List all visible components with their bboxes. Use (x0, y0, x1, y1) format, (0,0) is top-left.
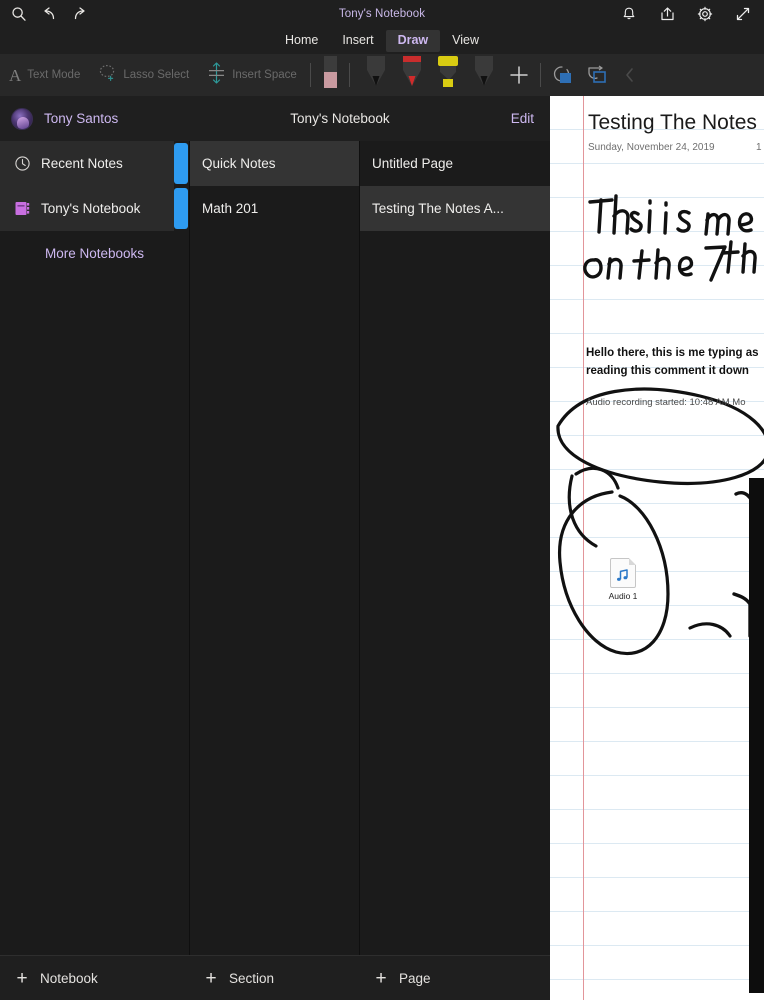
toolbar-divider-3 (539, 63, 541, 87)
share-icon[interactable] (654, 1, 680, 27)
title-bar: Tony's Notebook (0, 0, 764, 28)
tab-view[interactable]: View (440, 30, 491, 52)
page-item-label: Untitled Page (372, 156, 454, 171)
typed-text-block[interactable]: Hello there, this is me typing as readin… (586, 345, 764, 381)
tab-home[interactable]: Home (273, 30, 330, 52)
tab-draw[interactable]: Draw (385, 30, 441, 52)
add-section-label: Section (229, 971, 275, 986)
sidebar-item-tonys-notebook[interactable]: Tony's Notebook (0, 186, 174, 231)
search-icon[interactable] (6, 1, 32, 27)
notebook-icon (12, 199, 32, 219)
typed-line-1: Hello there, this is me typing as (586, 347, 759, 359)
lasso-select-icon (98, 63, 117, 87)
sidebar-item-more-notebooks[interactable]: More Notebooks (0, 231, 174, 276)
ink-to-shape-icon[interactable] (545, 54, 579, 96)
redo-icon[interactable] (66, 1, 92, 27)
margin-line (583, 96, 584, 1000)
selection-indicator-recent (174, 143, 188, 184)
sidebar-item-label: More Notebooks (45, 246, 145, 261)
plus-icon: + (205, 968, 217, 989)
typed-line-2: reading this comment it down (586, 364, 749, 377)
highlighter-yellow[interactable] (430, 54, 466, 96)
ribbon-tab-bar: Home Insert Draw View (0, 28, 764, 54)
section-list: Quick Notes Math 201 (190, 141, 360, 955)
add-page-label: Page (399, 971, 431, 986)
expand-icon[interactable] (730, 1, 756, 27)
sidebar-item-label: Recent Notes (41, 156, 123, 171)
insert-space-button[interactable]: Insert Space (198, 54, 306, 96)
navigation-panels: Tony Santos Tony's Notebook Edit Recent … (0, 96, 550, 1000)
pen-black[interactable] (358, 54, 394, 96)
toolbar-divider-1 (309, 63, 311, 87)
insert-space-label: Insert Space (232, 69, 297, 81)
clock-icon (12, 154, 32, 174)
insert-space-icon (207, 61, 226, 89)
lasso-select-label: Lasso Select (123, 69, 190, 81)
audio-file-icon (610, 558, 636, 588)
sidebar-item-recent-notes[interactable]: Recent Notes (0, 141, 174, 186)
audio-recording-status: Audio recording started: 10:48 AM Mo (586, 397, 746, 408)
notification-bell-icon[interactable] (616, 1, 642, 27)
page-item-testing-notes[interactable]: Testing The Notes A... (360, 186, 550, 231)
settings-gear-icon[interactable] (692, 1, 718, 27)
adjacent-page-edge (749, 478, 764, 993)
add-notebook-label: Notebook (40, 971, 98, 986)
audio-attachment[interactable]: Audio 1 (595, 558, 651, 601)
text-mode-icon: A (9, 65, 22, 85)
edit-button[interactable]: Edit (511, 111, 534, 126)
panel-header: Tony Santos Tony's Notebook Edit (0, 96, 550, 141)
plus-icon: + (16, 968, 28, 989)
pen-tool-group (354, 54, 502, 96)
add-page-button[interactable]: + Page (369, 956, 431, 1000)
text-mode-label: Text Mode (27, 69, 81, 81)
note-date: Sunday, November 24, 2019 (588, 142, 715, 153)
audio-attachment-label: Audio 1 (608, 591, 638, 601)
notebook-list: Recent Notes Tony's Notebook More Notebo… (0, 141, 188, 955)
user-name: Tony Santos (44, 111, 119, 126)
toolbar-divider-2 (348, 63, 350, 87)
page-list: Untitled Page Testing The Notes A... (360, 141, 550, 955)
section-item-label: Quick Notes (202, 156, 276, 171)
undo-icon[interactable] (36, 1, 62, 27)
page-item-label: Testing The Notes A... (372, 201, 504, 216)
avatar[interactable] (11, 107, 33, 130)
draw-ribbon-toolbar: A Text Mode Lasso Select Insert Space (0, 54, 764, 96)
sidebar-item-label: Tony's Notebook (41, 201, 141, 216)
ink-to-text-icon[interactable] (579, 54, 613, 96)
section-item-quick-notes[interactable]: Quick Notes (190, 141, 360, 186)
plus-icon: + (375, 968, 387, 989)
note-title[interactable]: Testing The Notes (588, 111, 757, 135)
pen-red[interactable] (394, 54, 430, 96)
bottom-action-bar: + Notebook + Section + Page (0, 955, 550, 1000)
tab-insert[interactable]: Insert (330, 30, 385, 52)
add-pen-button[interactable] (502, 54, 536, 96)
onenote-app-window: Tony's Notebook Home Insert Draw View A … (0, 0, 764, 1000)
selection-indicator-notebook (174, 188, 188, 229)
add-notebook-button[interactable]: + Notebook (10, 956, 98, 1000)
note-canvas[interactable]: Testing The Notes Sunday, November 24, 2… (550, 96, 764, 1000)
notebook-title: Tony's Notebook (290, 111, 390, 126)
section-item-math-201[interactable]: Math 201 (190, 186, 360, 231)
add-section-button[interactable]: + Section (199, 956, 274, 1000)
pen-black-2[interactable] (466, 54, 502, 96)
ribbon-overflow-icon[interactable] (613, 54, 647, 96)
eraser-tool[interactable] (315, 54, 345, 96)
section-item-label: Math 201 (202, 201, 259, 216)
note-time: 1 (756, 142, 762, 153)
lasso-select-button[interactable]: Lasso Select (89, 54, 198, 96)
title-bar-left-controls (0, 1, 92, 27)
page-item-untitled[interactable]: Untitled Page (360, 141, 550, 186)
text-mode-button[interactable]: A Text Mode (0, 54, 89, 96)
title-bar-right-controls (616, 0, 756, 28)
